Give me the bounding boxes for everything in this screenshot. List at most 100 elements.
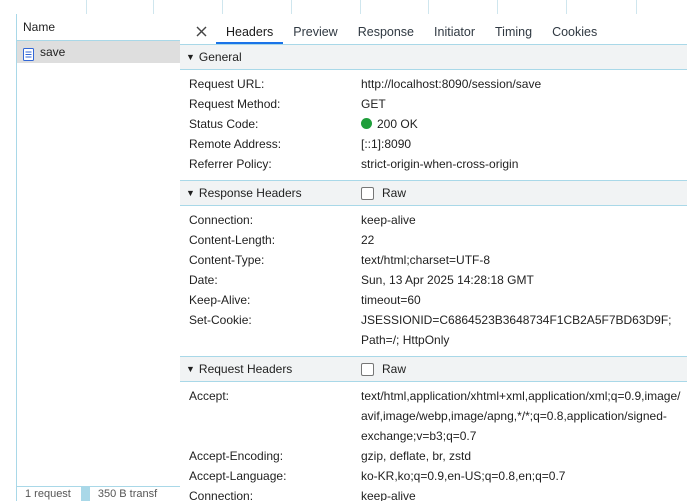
raw-toggle[interactable]: Raw: [361, 181, 406, 205]
header-key: Accept-Language:: [189, 469, 287, 483]
request-details: Headers Preview Response Initiator Timin…: [180, 14, 687, 501]
header-value-line: text/html;charset=UTF-8: [361, 253, 491, 267]
raw-label: Raw: [382, 362, 407, 376]
transferred-size: 350 B transf: [97, 488, 158, 500]
request-header-row: Accept: text/html,application/xhtml+xml,…: [180, 386, 687, 446]
devtools-network-panel: Name save 1 request 350 B transf Headers…: [0, 0, 687, 501]
response-header-row: Content-Length: 22: [180, 230, 687, 250]
response-header-row: Content-Type: text/html;charset=UTF-8: [180, 250, 687, 270]
general-row: Request Method: GET: [180, 94, 687, 114]
response-header-row: Keep-Alive: timeout=60: [180, 290, 687, 310]
response-headers-title: Response Headers: [198, 186, 302, 200]
expand-triangle-icon: ▼: [186, 188, 195, 198]
header-value: text/html,application/xhtml+xml,applicat…: [361, 386, 680, 446]
waterfall-gridline: [153, 0, 154, 14]
general-row: Referrer Policy: strict-origin-when-cros…: [180, 154, 687, 174]
header-value-line: keep-alive: [361, 213, 416, 227]
header-value: strict-origin-when-cross-origin: [361, 157, 519, 171]
waterfall-overview[interactable]: [16, 0, 687, 15]
close-details-button[interactable]: [190, 18, 212, 44]
header-key: Connection:: [189, 489, 254, 501]
tab-initiator[interactable]: Initiator: [424, 18, 485, 44]
name-column-header[interactable]: Name: [17, 14, 181, 41]
status-ok-icon: [361, 118, 372, 129]
header-value: GET: [361, 97, 386, 111]
header-key: Date:: [189, 273, 218, 287]
raw-checkbox[interactable]: [361, 186, 374, 200]
header-value: 22: [361, 230, 374, 250]
status-bar: 1 request 350 B transf: [17, 486, 181, 501]
waterfall-gridline: [636, 0, 637, 14]
tab-response[interactable]: Response: [348, 18, 424, 44]
response-header-row: Set-Cookie: JSESSIONID=C6864523B3648734F…: [180, 310, 687, 350]
tab-cookies[interactable]: Cookies: [542, 18, 607, 44]
header-value: [::1]:8090: [361, 137, 412, 151]
name-column-label: Name: [23, 20, 56, 34]
raw-label: Raw: [382, 186, 407, 200]
request-header-row: Accept-Encoding: gzip, deflate, br, zstd: [180, 446, 687, 466]
request-row-save[interactable]: save: [17, 41, 181, 63]
request-headers-title: Request Headers: [198, 362, 293, 376]
header-key: Status Code:: [189, 117, 259, 131]
header-key: Set-Cookie:: [189, 313, 252, 327]
request-count: 1 request: [25, 488, 71, 500]
general-section-header[interactable]: ▼ General: [180, 45, 687, 70]
header-value-line: exchange;v=b3;q=0.7: [361, 429, 477, 443]
header-value-line: JSESSIONID=C6864523B3648734F1CB2A5F7BD63…: [361, 313, 672, 327]
general-row: Status Code: 200 OK: [180, 114, 687, 134]
response-header-row: Connection: keep-alive: [180, 210, 687, 230]
header-key: Accept-Encoding:: [189, 449, 284, 463]
waterfall-gridline: [86, 0, 87, 14]
header-value-line: ko-KR,ko;q=0.9,en-US;q=0.8,en;q=0.7: [361, 469, 566, 483]
waterfall-gridline: [566, 0, 567, 14]
waterfall-gridline: [222, 0, 223, 14]
waterfall-gridline: [291, 0, 292, 14]
header-value-line: 22: [361, 233, 375, 247]
header-value-line: Sun, 13 Apr 2025 14:28:18 GMT: [361, 273, 534, 287]
status-code-value: 200 OK: [361, 114, 418, 134]
header-key: Content-Type:: [189, 253, 265, 267]
request-list: Name save 1 request 350 B transf: [16, 14, 182, 501]
header-key: Connection:: [189, 213, 254, 227]
header-value-line: gzip, deflate, br, zstd: [361, 449, 472, 463]
tab-headers[interactable]: Headers: [216, 18, 284, 44]
header-value: timeout=60: [361, 290, 421, 310]
header-value: http://localhost:8090/session/save: [361, 77, 542, 91]
header-value: keep-alive: [361, 210, 416, 230]
tab-preview[interactable]: Preview: [283, 18, 347, 44]
header-key: Referrer Policy:: [189, 157, 272, 171]
expand-triangle-icon: ▼: [186, 52, 195, 62]
tab-timing[interactable]: Timing: [485, 18, 542, 44]
request-header-row: Accept-Language: ko-KR,ko;q=0.9,en-US;q=…: [180, 466, 687, 486]
general-row: Request URL: http://localhost:8090/sessi…: [180, 74, 687, 94]
header-value-line: avif,image/webp,image/apng,*/*;q=0.8,app…: [361, 409, 667, 423]
header-key: Remote Address:: [189, 137, 282, 151]
header-key: Keep-Alive:: [189, 293, 251, 307]
document-icon: [23, 46, 34, 61]
status-divider: [80, 487, 90, 501]
response-headers-body: Connection: keep-alive Content-Length: 2…: [180, 206, 687, 356]
header-key: Request URL:: [189, 77, 265, 91]
header-value-line: timeout=60: [361, 293, 421, 307]
waterfall-gridline: [360, 0, 361, 14]
header-value: Sun, 13 Apr 2025 14:28:18 GMT: [361, 270, 534, 290]
header-value: gzip, deflate, br, zstd: [361, 446, 471, 466]
raw-toggle[interactable]: Raw: [361, 357, 406, 381]
header-key: Accept:: [189, 389, 230, 403]
header-value-line: Path=/; HttpOnly: [361, 333, 450, 347]
waterfall-gridline: [497, 0, 498, 14]
request-headers-section-header[interactable]: ▼ Request Headers Raw: [180, 356, 687, 382]
header-value: ko-KR,ko;q=0.9,en-US;q=0.8,en;q=0.7: [361, 466, 565, 486]
raw-checkbox[interactable]: [361, 362, 374, 376]
request-headers-body: Accept: text/html,application/xhtml+xml,…: [180, 382, 687, 501]
general-section-body: Request URL: http://localhost:8090/sessi…: [180, 70, 687, 180]
request-header-row: Connection: keep-alive: [180, 486, 687, 501]
waterfall-gridline: [428, 0, 429, 14]
header-value: JSESSIONID=C6864523B3648734F1CB2A5F7BD63…: [361, 310, 672, 350]
general-row: Remote Address: [::1]:8090: [180, 134, 687, 154]
general-section-title: General: [198, 50, 242, 64]
response-headers-section-header[interactable]: ▼ Response Headers Raw: [180, 180, 687, 206]
response-header-row: Date: Sun, 13 Apr 2025 14:28:18 GMT: [180, 270, 687, 290]
header-value: text/html;charset=UTF-8: [361, 250, 490, 270]
details-tabbar: Headers Preview Response Initiator Timin…: [180, 14, 687, 45]
